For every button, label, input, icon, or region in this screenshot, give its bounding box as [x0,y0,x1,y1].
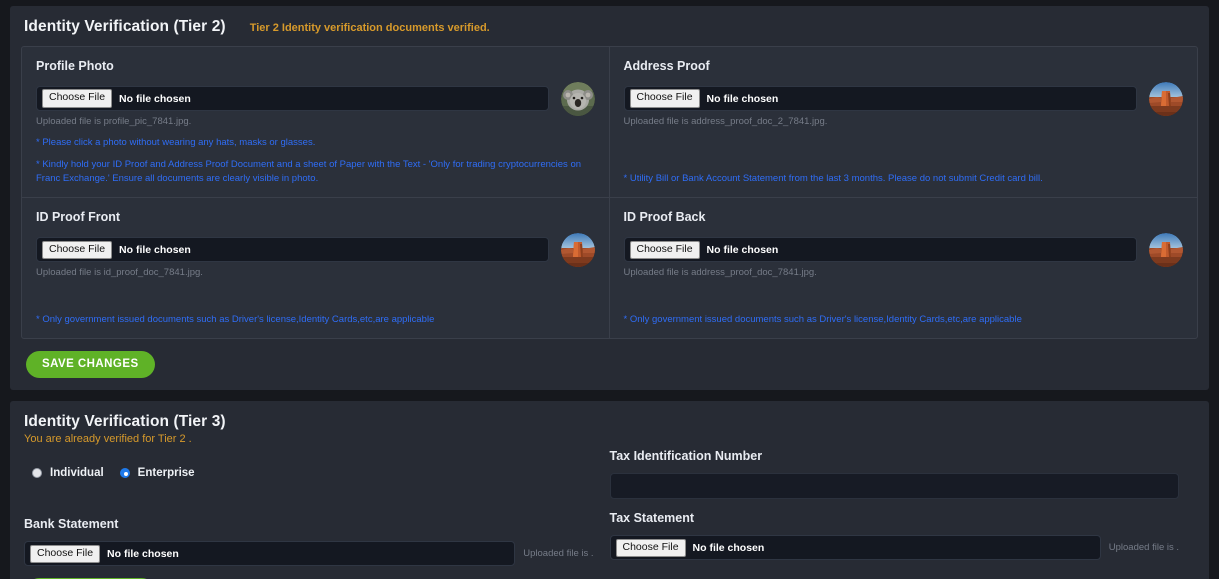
id-proof-front-label: ID Proof Front [36,210,121,225]
tier3-right-column: Tax Identification Number Tax Statement … [609,449,1196,566]
desert-butte-photo-thumbnail [1149,233,1183,268]
profile-photo-choose-file-button[interactable]: Choose File [42,89,113,108]
tax-statement-file-status: No file chosen [692,541,765,554]
tax-statement-choose-file-button[interactable]: Choose File [615,538,686,557]
tier3-left-column: Individual Enterprise Bank Statement Cho… [24,449,610,567]
tier3-status-note: You are already verified for Tier 2 . [24,433,192,446]
id-proof-back-file-row: Choose File No file chosen Uploaded file… [623,233,1183,279]
id-proof-front-file-status: No file chosen [119,243,191,256]
profile-photo-label: Profile Photo [36,59,114,73]
profile-photo-hint-2: * Kindly hold your ID Proof and Address … [36,158,582,185]
profile-photo-uploaded-text: Uploaded file is profile_pic_7841.jpg. [36,116,192,127]
id-proof-back-uploaded-text: Uploaded file is address_proof_doc_7841.… [623,267,817,279]
radio-individual[interactable] [32,468,42,479]
bank-statement-file-input[interactable]: Choose File No file chosen [24,541,516,567]
bank-statement-label: Bank Statement [24,517,119,532]
doc-card-id-proof-front: ID Proof Front Choose File No file chose… [22,198,610,339]
kyc-verification-page: Identity Verification (Tier 2) Tier 2 Id… [0,6,1219,579]
document-upload-grid: Profile Photo Choose File No file chosen… [21,46,1198,340]
id-proof-back-hint-1: * Only government issued documents such … [623,314,1022,326]
tax-statement-uploaded-text: Uploaded file is . [1108,542,1179,554]
id-proof-front-file-row: Choose File No file chosen Uploaded file… [36,233,595,279]
bank-statement-uploaded-text: Uploaded file is . [523,548,594,560]
radio-enterprise-label[interactable]: Enterprise [138,467,195,479]
doc-card-id-proof-back: ID Proof Back Choose File No file chosen… [610,198,1198,338]
address-proof-uploaded-text: Uploaded file is address_proof_doc_2_784… [623,116,828,127]
tier2-title: Identity Verification (Tier 2) [24,18,226,35]
account-type-radio-group: Individual Enterprise [32,463,594,483]
bank-statement-choose-file-button[interactable]: Choose File [30,544,101,563]
tier2-status-note: Tier 2 Identity verification documents v… [249,22,490,34]
desert-butte-photo-thumbnail [1149,82,1183,116]
address-proof-file-status: No file chosen [706,92,779,105]
tier3-header: Identity Verification (Tier 3) You are a… [10,401,1209,449]
koala-photo-thumbnail [560,82,595,116]
tax-statement-file-input[interactable]: Choose File No file chosen [609,535,1101,561]
bank-statement-file-status: No file chosen [107,547,179,560]
tier3-title: Identity Verification (Tier 3) [24,413,226,431]
id-proof-back-choose-file-button[interactable]: Choose File [629,240,700,259]
id-proof-front-uploaded-text: Uploaded file is id_proof_doc_7841.jpg. [36,267,203,279]
tier2-save-changes-button[interactable]: SAVE CHANGES [26,351,155,379]
address-proof-label: Address Proof [623,59,710,73]
id-proof-front-file-input[interactable]: Choose File No file chosen [36,237,549,263]
address-proof-choose-file-button[interactable]: Choose File [629,89,700,108]
tier2-panel: Identity Verification (Tier 2) Tier 2 Id… [10,6,1209,391]
doc-card-profile-photo: Profile Photo Choose File No file chosen… [22,47,610,199]
id-proof-front-choose-file-button[interactable]: Choose File [42,240,113,259]
tax-identification-number-input[interactable] [609,473,1179,500]
id-proof-back-file-status: No file chosen [706,243,779,256]
profile-photo-file-status: No file chosen [119,92,191,105]
profile-photo-file-input[interactable]: Choose File No file chosen [36,86,549,111]
tier2-header: Identity Verification (Tier 2) Tier 2 Id… [10,6,1209,46]
tax-id-label: Tax Identification Number [609,449,763,464]
id-proof-back-label: ID Proof Back [623,210,706,225]
tier3-panel: Identity Verification (Tier 3) You are a… [10,401,1209,579]
tax-statement-file-row: Choose File No file chosen Uploaded file… [609,535,1179,561]
radio-enterprise[interactable] [119,468,130,479]
bank-statement-file-row: Choose File No file chosen Uploaded file… [24,541,594,567]
doc-card-address-proof: Address Proof Choose File No file chosen… [609,47,1197,199]
tax-statement-label: Tax Statement [609,511,695,526]
id-proof-front-hint-1: * Only government issued documents such … [36,314,435,326]
id-proof-back-file-input[interactable]: Choose File No file chosen [623,237,1137,263]
address-proof-file-row: Choose File No file chosen Uploaded file… [623,82,1183,127]
desert-butte-photo-thumbnail [560,233,595,268]
address-proof-hint-1: * Utility Bill or Bank Account Statement… [623,173,1043,185]
address-proof-file-input[interactable]: Choose File No file chosen [623,86,1137,111]
radio-individual-label[interactable]: Individual [50,467,104,479]
profile-photo-file-row: Choose File No file chosen Uploaded file… [36,82,595,127]
tier3-form-grid: Individual Enterprise Bank Statement Cho… [10,449,1209,567]
profile-photo-hint-1: * Please click a photo without wearing a… [36,137,316,148]
